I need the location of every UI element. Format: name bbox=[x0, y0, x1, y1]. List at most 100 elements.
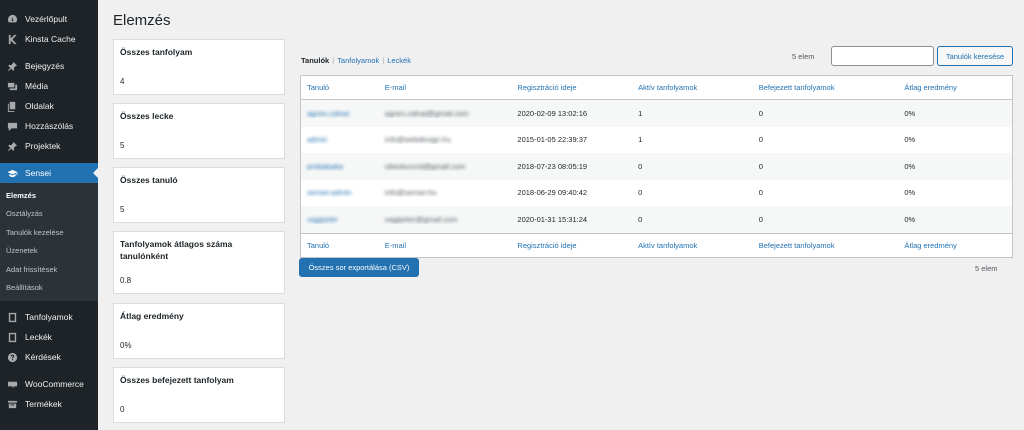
average-grade: 0% bbox=[904, 214, 916, 224]
pin-icon bbox=[6, 140, 18, 152]
column-header-email[interactable]: E-mail bbox=[379, 83, 512, 92]
learner-name-link[interactable]: sensei-admin bbox=[307, 188, 352, 197]
menu-label: Termékek bbox=[25, 399, 62, 409]
menu-label: Média bbox=[25, 81, 49, 91]
column-header-learner[interactable]: Tanuló bbox=[301, 83, 379, 92]
media-icon bbox=[6, 80, 18, 92]
column-header-registration-date[interactable]: Regisztráció ideje bbox=[511, 83, 632, 92]
question-icon bbox=[6, 351, 18, 363]
column-footer-learner[interactable]: Tanuló bbox=[301, 241, 379, 250]
submenu-messages[interactable]: Üzenetek bbox=[0, 242, 98, 261]
menu-label: Kinsta Cache bbox=[25, 34, 76, 44]
menu-label: Vezérlőpult bbox=[25, 14, 68, 24]
completed-courses: 0 bbox=[758, 135, 763, 145]
view-tabs: Tanulók | Tanfolyamok | Leckék bbox=[301, 56, 411, 65]
table-header: Tanuló E-mail Regisztráció ideje Aktív t… bbox=[301, 76, 1012, 100]
registration-date: 2018-07-23 08:05:19 bbox=[517, 161, 588, 171]
stat-box-average-grade: Átlag eredmény 0% bbox=[113, 303, 285, 359]
menu-kinsta-cache[interactable]: Kinsta Cache bbox=[0, 29, 98, 49]
table-footer: Tanuló E-mail Regisztráció ideje Aktív t… bbox=[301, 232, 1012, 257]
column-footer-active-courses[interactable]: Aktív tanfolyamok bbox=[632, 241, 753, 250]
average-grade: 0% bbox=[904, 135, 916, 145]
stat-title: Összes befejezett tanfolyam bbox=[120, 375, 234, 385]
search-learners-button[interactable]: Tanulók keresése bbox=[937, 46, 1013, 66]
menu-dashboard[interactable]: Vezérlőpult bbox=[0, 9, 98, 29]
submenu-analytics[interactable]: Elemzés bbox=[0, 186, 98, 205]
column-header-average-grade[interactable]: Átlag eredmény bbox=[898, 83, 1012, 92]
dashboard-icon bbox=[6, 13, 18, 25]
graduation-cap-icon bbox=[6, 167, 18, 179]
menu-courses[interactable]: Tanfolyamok bbox=[0, 307, 98, 327]
column-footer-email[interactable]: E-mail bbox=[379, 241, 512, 250]
stat-value: 0 bbox=[120, 405, 125, 414]
stat-value: 4 bbox=[120, 77, 125, 86]
tab-separator: | bbox=[382, 56, 385, 65]
book-icon bbox=[6, 331, 18, 343]
learner-email: info@sensei.hu bbox=[384, 188, 437, 198]
column-header-completed-courses[interactable]: Befejezett tanfolyamok bbox=[753, 83, 899, 92]
menu-label: Sensei bbox=[25, 168, 51, 178]
menu-label: Kérdések bbox=[25, 352, 61, 362]
export-csv-button[interactable]: Összes sor exportálása (CSV) bbox=[299, 258, 419, 277]
archive-icon bbox=[6, 398, 18, 410]
table-row: admin info@webdesign.hu 2015-01-05 22:39… bbox=[301, 127, 1012, 154]
learner-email: info@webdesign.hu bbox=[384, 135, 451, 145]
menu-label: Bejegyzés bbox=[25, 61, 65, 71]
pages-icon bbox=[6, 100, 18, 112]
page-title: Elemzés bbox=[113, 12, 171, 29]
table-row: probababa sikeskurvnii@gmail.com 2018-07… bbox=[301, 153, 1012, 180]
search-input[interactable] bbox=[831, 46, 934, 66]
stat-box-total-completed-courses: Összes befejezett tanfolyam 0 bbox=[113, 367, 285, 423]
learners-table: Tanuló E-mail Regisztráció ideje Aktív t… bbox=[300, 75, 1013, 258]
menu-projects[interactable]: Projektek bbox=[0, 136, 98, 156]
submenu-settings[interactable]: Beállítások bbox=[0, 279, 98, 298]
submenu-learner-management[interactable]: Tanulók kezelése bbox=[0, 223, 98, 242]
stat-title: Összes tanuló bbox=[120, 175, 178, 185]
active-courses: 1 bbox=[638, 108, 643, 118]
tab-learners[interactable]: Tanulók bbox=[301, 56, 329, 65]
learner-name-link[interactable]: vagipeter bbox=[307, 215, 338, 224]
comment-icon bbox=[6, 120, 18, 132]
menu-products[interactable]: Termékek bbox=[0, 394, 98, 414]
registration-date: 2020-01-31 15:31:24 bbox=[517, 214, 588, 224]
column-footer-registration-date[interactable]: Regisztráció ideje bbox=[511, 241, 632, 250]
tab-separator: | bbox=[332, 56, 335, 65]
tab-lessons[interactable]: Leckék bbox=[387, 56, 411, 65]
menu-questions[interactable]: Kérdések bbox=[0, 347, 98, 367]
main-content: Elemzés Összes tanfolyam 4 Összes lecke … bbox=[98, 0, 1024, 430]
stat-value: 5 bbox=[120, 141, 125, 150]
learner-name-link[interactable]: admin bbox=[307, 135, 327, 144]
learner-name-link[interactable]: probababa bbox=[307, 162, 343, 171]
registration-date: 2018-06-29 09:40:42 bbox=[517, 188, 588, 198]
column-footer-completed-courses[interactable]: Befejezett tanfolyamok bbox=[753, 241, 899, 250]
menu-label: Leckék bbox=[25, 332, 52, 342]
submenu-grading[interactable]: Osztályzás bbox=[0, 205, 98, 224]
column-header-active-courses[interactable]: Aktív tanfolyamok bbox=[632, 83, 753, 92]
stat-value: 5 bbox=[120, 205, 125, 214]
menu-pages[interactable]: Oldalak bbox=[0, 96, 98, 116]
completed-courses: 0 bbox=[758, 188, 763, 198]
submenu-data-updates[interactable]: Adat frissítések bbox=[0, 260, 98, 279]
menu-label: Tanfolyamok bbox=[25, 312, 73, 322]
menu-media[interactable]: Média bbox=[0, 76, 98, 96]
menu-posts[interactable]: Bejegyzés bbox=[0, 56, 98, 76]
menu-lessons[interactable]: Leckék bbox=[0, 327, 98, 347]
stat-box-total-learners: Összes tanuló 5 bbox=[113, 167, 285, 223]
active-courses: 0 bbox=[638, 188, 643, 198]
tab-courses[interactable]: Tanfolyamok bbox=[337, 56, 379, 65]
average-grade: 0% bbox=[904, 108, 916, 118]
completed-courses: 0 bbox=[758, 214, 763, 224]
stat-title: Összes lecke bbox=[120, 111, 174, 121]
learner-name-link[interactable]: agnes.zalnai bbox=[307, 109, 349, 118]
column-footer-average-grade[interactable]: Átlag eredmény bbox=[898, 241, 1012, 250]
menu-sensei[interactable]: Sensei bbox=[0, 163, 98, 183]
active-courses: 0 bbox=[638, 214, 643, 224]
learner-email: sikeskurvnii@gmail.com bbox=[384, 161, 466, 171]
menu-comments[interactable]: Hozzászólás bbox=[0, 116, 98, 136]
item-count-bottom: 5 elem bbox=[975, 264, 998, 273]
stat-box-total-lessons: Összes lecke 5 bbox=[113, 103, 285, 159]
table-row: agnes.zalnai agnes.zalnai@gmail.com 2020… bbox=[301, 100, 1012, 127]
menu-woocommerce[interactable]: WooCommerce bbox=[0, 374, 98, 394]
completed-courses: 0 bbox=[758, 108, 763, 118]
stat-title: Tanfolyamok átlagos száma tanulónként bbox=[120, 239, 233, 261]
